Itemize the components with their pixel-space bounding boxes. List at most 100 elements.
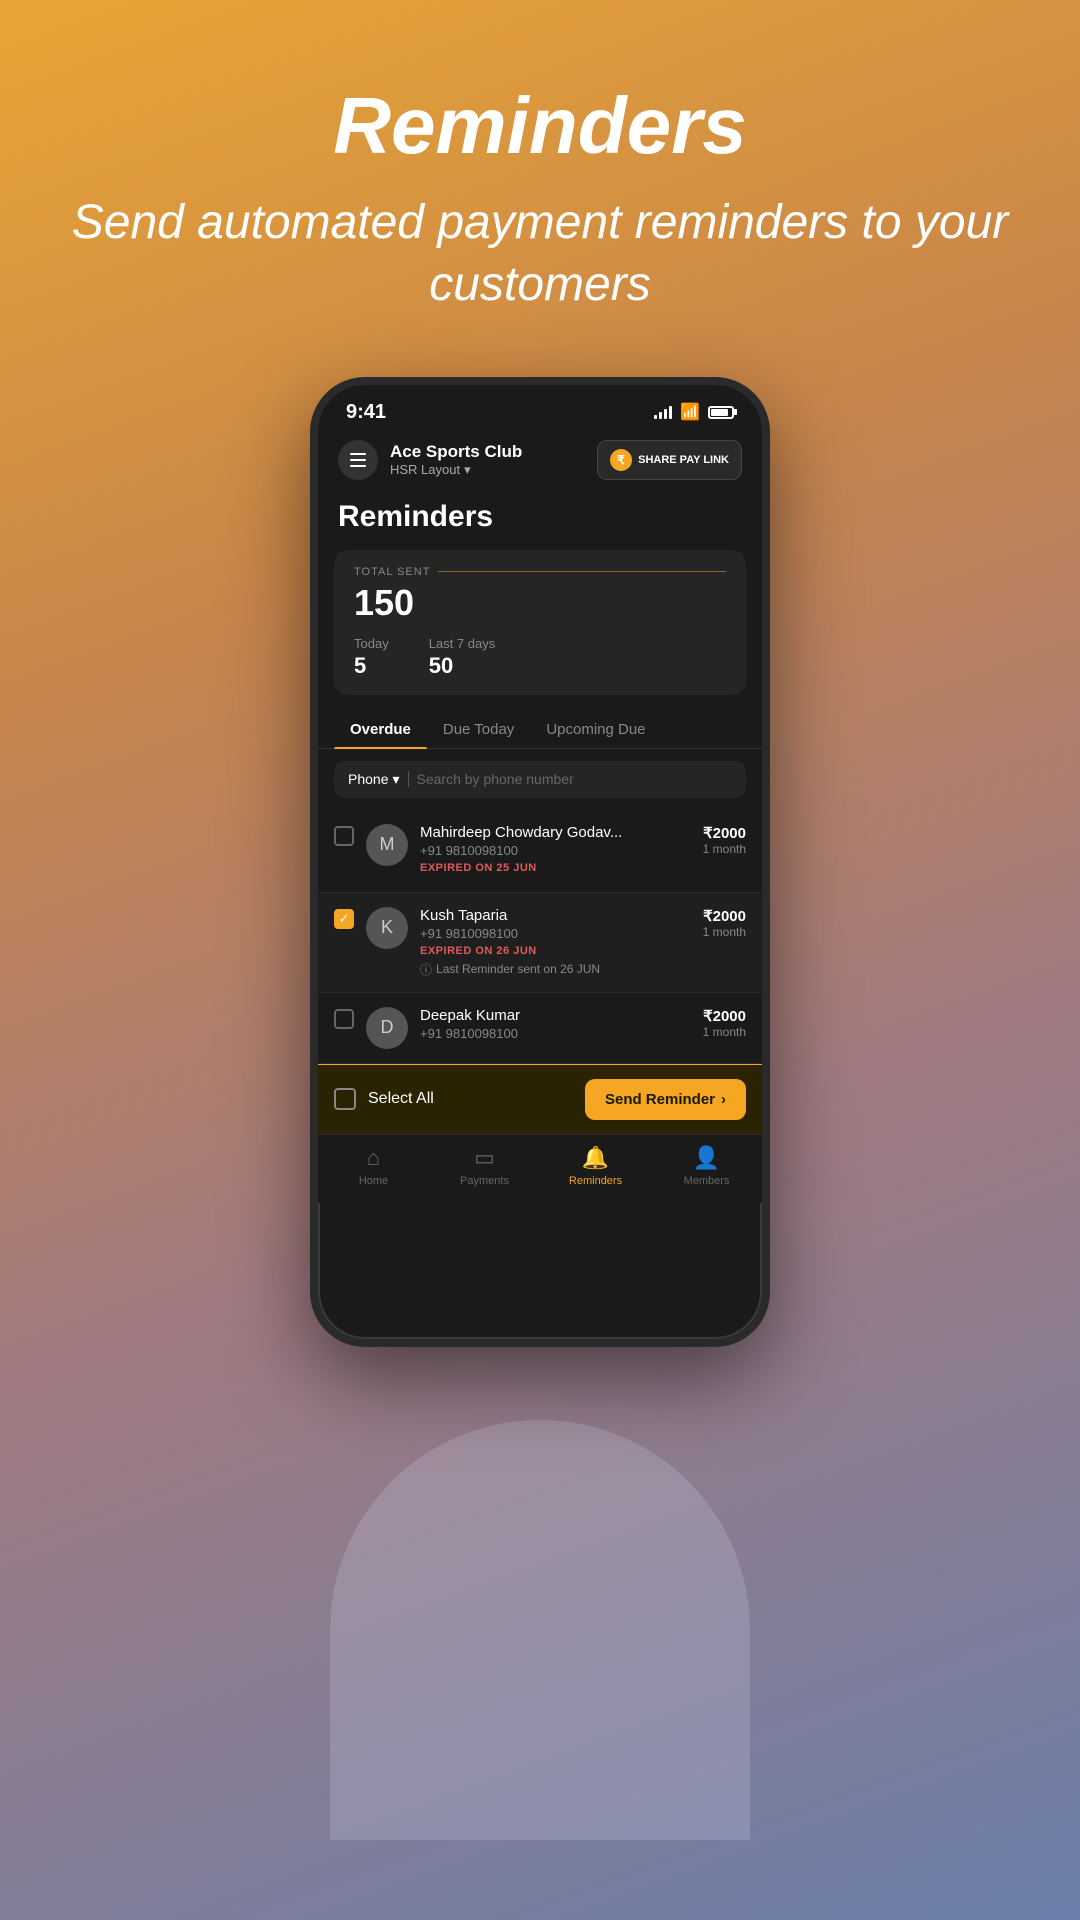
chevron-down-icon: ▾: [464, 462, 471, 478]
customer-list: M Mahirdeep Chowdary Godav... +91 981009…: [318, 810, 762, 1064]
today-value: 5: [354, 653, 389, 679]
bottom-nav: ⌂ Home ▭ Payments 🔔 Reminders 👤 Members: [318, 1134, 762, 1203]
customer-2-info: Kush Taparia +91 9810098100 EXPIRED ON 2…: [420, 907, 703, 978]
promo-section: Reminders Send automated payment reminde…: [0, 0, 1080, 357]
nav-home-label: Home: [359, 1175, 388, 1187]
share-pay-link-button[interactable]: ₹ SHARE PAY LINK: [597, 440, 742, 480]
search-input[interactable]: Search by phone number: [417, 771, 574, 787]
customer-1-amount-col: ₹2000 1 month: [703, 824, 746, 856]
last7-value: 50: [429, 653, 496, 679]
stats-divider-line: [438, 571, 726, 572]
arrow-icon: ›: [721, 1091, 726, 1108]
today-label: Today: [354, 636, 389, 651]
customer-2-checkbox[interactable]: ✓: [334, 909, 354, 929]
nav-payments-label: Payments: [460, 1175, 509, 1187]
menu-button[interactable]: [338, 440, 378, 480]
status-icons: 📶: [654, 402, 734, 422]
customer-3-avatar: D: [366, 1007, 408, 1049]
nav-members-label: Members: [684, 1175, 730, 1187]
customer-3-info: Deepak Kumar +91 9810098100: [420, 1007, 703, 1045]
tabs-row: Overdue Due Today Upcoming Due: [318, 711, 762, 749]
customer-1-checkbox[interactable]: [334, 826, 354, 846]
select-all-label: Select All: [368, 1090, 585, 1108]
wifi-icon: 📶: [680, 402, 700, 422]
info-icon: ⓘ: [420, 961, 432, 978]
customer-2-phone: +91 9810098100: [420, 926, 703, 941]
customer-1-name: Mahirdeep Chowdary Godav...: [420, 824, 703, 841]
customer-2-duration: 1 month: [703, 925, 746, 939]
reminders-icon: 🔔: [582, 1145, 609, 1171]
battery-icon: [708, 406, 734, 419]
share-label: SHARE PAY LINK: [638, 454, 729, 466]
customer-3-amount: ₹2000: [703, 1007, 746, 1025]
nav-reminders-label: Reminders: [569, 1175, 622, 1187]
customer-1-expired: EXPIRED ON 25 JUN: [420, 862, 703, 874]
nav-reminders[interactable]: 🔔 Reminders: [540, 1145, 651, 1187]
customer-3-phone: +91 9810098100: [420, 1026, 703, 1041]
customer-2-expired: EXPIRED ON 26 JUN: [420, 945, 703, 957]
stats-label: TOTAL SENT: [354, 566, 726, 578]
arch-decoration: [330, 1420, 750, 1840]
nav-payments[interactable]: ▭ Payments: [429, 1145, 540, 1187]
customer-item: ✓ K Kush Taparia +91 9810098100 EXPIRED …: [318, 893, 762, 993]
customer-2-amount-col: ₹2000 1 month: [703, 907, 746, 939]
rupee-icon: ₹: [610, 449, 632, 471]
nav-members[interactable]: 👤 Members: [651, 1145, 762, 1187]
stats-total: 150: [354, 582, 726, 624]
customer-2-reminder-info: ⓘ Last Reminder sent on 26 JUN: [420, 961, 703, 978]
customer-3-name: Deepak Kumar: [420, 1007, 703, 1024]
send-reminder-button[interactable]: Send Reminder ›: [585, 1079, 746, 1120]
phone-filter-dropdown[interactable]: Phone ▾: [348, 771, 400, 788]
customer-1-phone: +91 9810098100: [420, 843, 703, 858]
club-name: Ace Sports Club: [390, 442, 522, 462]
phone-mockup: 9:41 📶: [295, 377, 785, 1920]
select-all-checkbox[interactable]: [334, 1088, 356, 1110]
stat-last7: Last 7 days 50: [429, 636, 496, 679]
customer-2-name: Kush Taparia: [420, 907, 703, 924]
phone-frame: 9:41 📶: [310, 377, 770, 1347]
stat-today: Today 5: [354, 636, 389, 679]
customer-1-amount: ₹2000: [703, 824, 746, 842]
app-content: Reminders TOTAL SENT 150 Today 5 Last 7 …: [318, 492, 762, 1203]
customer-2-avatar: K: [366, 907, 408, 949]
club-info: Ace Sports Club HSR Layout ▾: [390, 442, 522, 478]
page-title-bar: Reminders: [318, 492, 762, 550]
status-bar: 9:41 📶: [318, 385, 762, 432]
promo-title: Reminders: [60, 80, 1020, 172]
customer-1-avatar: M: [366, 824, 408, 866]
app-header: Ace Sports Club HSR Layout ▾ ₹ SHARE PAY…: [318, 432, 762, 492]
customer-item: M Mahirdeep Chowdary Godav... +91 981009…: [318, 810, 762, 893]
customer-3-duration: 1 month: [703, 1025, 746, 1039]
payments-icon: ▭: [474, 1145, 495, 1171]
tab-upcoming-due[interactable]: Upcoming Due: [530, 711, 661, 748]
club-location: HSR Layout ▾: [390, 462, 522, 478]
customer-1-info: Mahirdeep Chowdary Godav... +91 98100981…: [420, 824, 703, 878]
tab-overdue[interactable]: Overdue: [334, 711, 427, 748]
tab-due-today[interactable]: Due Today: [427, 711, 530, 748]
header-left: Ace Sports Club HSR Layout ▾: [338, 440, 522, 480]
action-bar: Select All Send Reminder ›: [318, 1064, 762, 1134]
chevron-down-icon: ▾: [392, 771, 399, 788]
status-time: 9:41: [346, 401, 386, 424]
customer-3-checkbox[interactable]: [334, 1009, 354, 1029]
checkmark-icon: ✓: [339, 911, 350, 927]
filter-label: Phone: [348, 771, 388, 787]
stats-row: Today 5 Last 7 days 50: [354, 636, 726, 679]
reminder-text: Last Reminder sent on 26 JUN: [436, 962, 600, 976]
page-title: Reminders: [338, 500, 742, 534]
hamburger-icon: [350, 453, 366, 467]
signal-icon: [654, 405, 672, 419]
send-reminder-label: Send Reminder: [605, 1091, 715, 1108]
promo-subtitle: Send automated payment reminders to your…: [60, 192, 1020, 317]
customer-3-amount-col: ₹2000 1 month: [703, 1007, 746, 1039]
nav-home[interactable]: ⌂ Home: [318, 1145, 429, 1187]
home-icon: ⌂: [367, 1145, 380, 1171]
last7-label: Last 7 days: [429, 636, 496, 651]
stats-card: TOTAL SENT 150 Today 5 Last 7 days 50: [334, 550, 746, 695]
customer-2-amount: ₹2000: [703, 907, 746, 925]
customer-1-duration: 1 month: [703, 842, 746, 856]
customer-item: D Deepak Kumar +91 9810098100 ₹2000 1 mo…: [318, 993, 762, 1064]
search-divider: [408, 771, 409, 787]
members-icon: 👤: [693, 1145, 720, 1171]
search-row: Phone ▾ Search by phone number: [334, 761, 746, 798]
